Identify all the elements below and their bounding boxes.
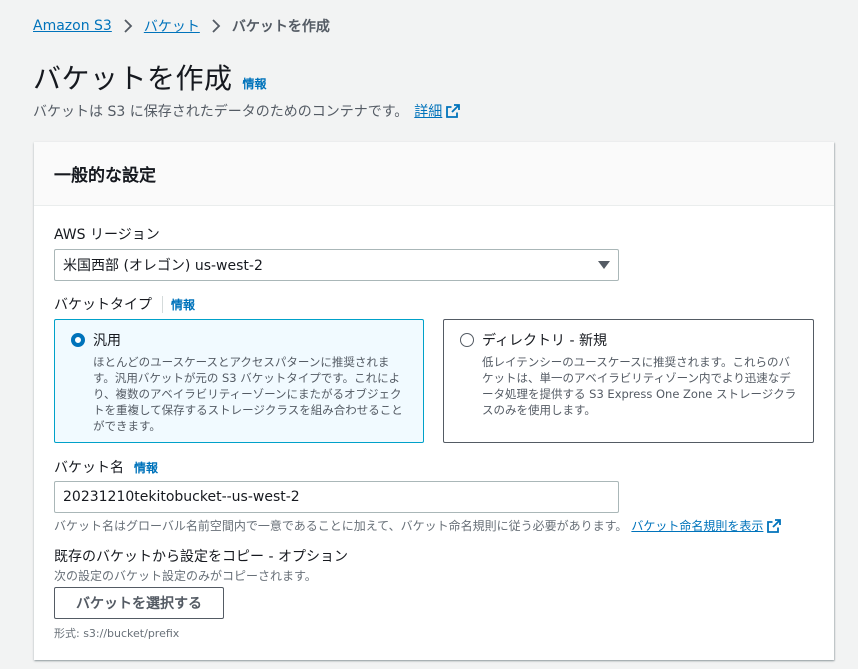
bucket-type-general-purpose-tile[interactable]: 汎用 ほとんどのユースケースとアクセスパターンに推奨されます。汎用バケットが元の… [54, 319, 424, 443]
bucket-name-value: 20231210tekitobucket--us-west-2 [63, 489, 300, 505]
radio-button-unselected[interactable] [460, 333, 474, 347]
bucket-type-label: バケットタイプ 情報 [54, 294, 195, 314]
copy-settings-title: 既存のバケットから設定をコピー - オプション [54, 549, 348, 565]
region-select-value: 米国西部 (オレゴン) us-west-2 [63, 258, 263, 274]
breadcrumb-amazon-s3[interactable]: Amazon S3 [33, 18, 112, 34]
region-label: AWS リージョン [54, 224, 160, 244]
page-description-text: バケットは S3 に保存されたデータのためのコンテナです。 [33, 104, 409, 120]
bucket-type-directory-tile[interactable]: ディレクトリ - 新規 低レイテンシーのユースケースに推奨されます。これらのバケ… [443, 319, 814, 443]
bucket-name-hint: バケット名はグローバル名前空間内で一意であることに加えて、バケット命名規則に従う… [54, 517, 782, 534]
bucket-name-label-text: バケット名 [54, 460, 124, 476]
general-settings-panel: 一般的な設定 AWS リージョン 米国西部 (オレゴン) us-west-2 バ… [34, 142, 834, 660]
region-select[interactable]: 米国西部 (オレゴン) us-west-2 [54, 249, 619, 281]
bucket-type-directory-label: ディレクトリ - 新規 [482, 333, 607, 349]
bucket-name-info-link[interactable]: 情報 [134, 459, 158, 476]
choose-bucket-button[interactable]: バケットを選択する [54, 587, 224, 619]
bucket-type-general-label: 汎用 [93, 333, 121, 349]
bucket-type-label-text: バケットタイプ [54, 297, 152, 313]
naming-rules-link[interactable]: バケット命名規則を表示 [631, 517, 763, 534]
chevron-right-icon [112, 19, 144, 33]
region-label-text: AWS リージョン [54, 227, 160, 243]
breadcrumb-current: バケットを作成 [231, 19, 330, 35]
page-title: バケットを作成 [33, 62, 233, 95]
radio-button-selected[interactable] [71, 333, 85, 347]
page-info-link[interactable]: 情報 [243, 75, 267, 92]
bucket-name-hint-text: バケット名はグローバル名前空間内で一意であることに加えて、バケット命名規則に従う… [54, 519, 628, 533]
breadcrumb: Amazon S3 バケット バケットを作成 [33, 15, 330, 37]
copy-settings-description: 次の設定のバケット設定のみがコピーされます。 [54, 569, 317, 583]
page-header: バケットを作成 情報 [33, 57, 267, 97]
external-link-icon[interactable] [446, 104, 461, 118]
breadcrumb-buckets[interactable]: バケット [144, 16, 200, 36]
format-hint: 形式: s3://bucket/prefix [54, 627, 180, 640]
external-link-icon[interactable] [767, 518, 782, 533]
caret-down-icon [598, 261, 610, 269]
panel-heading: 一般的な設定 [54, 166, 156, 186]
bucket-type-general-description: ほとんどのユースケースとアクセスパターンに推奨されます。汎用バケットが元の S3… [93, 355, 403, 433]
bucket-type-info-link[interactable]: 情報 [162, 295, 195, 313]
chevron-right-icon [200, 19, 232, 33]
page-description: バケットは S3 に保存されたデータのためのコンテナです。 詳細 [33, 101, 461, 121]
detail-link[interactable]: 詳細 [414, 101, 442, 121]
bucket-name-label: バケット名 情報 [54, 457, 158, 477]
bucket-type-directory-description: 低レイテンシーのユースケースに推奨されます。これらのバケットは、単一のアベイラビ… [482, 355, 797, 417]
panel-header: 一般的な設定 [34, 142, 834, 206]
bucket-name-input[interactable]: 20231210tekitobucket--us-west-2 [54, 481, 619, 513]
